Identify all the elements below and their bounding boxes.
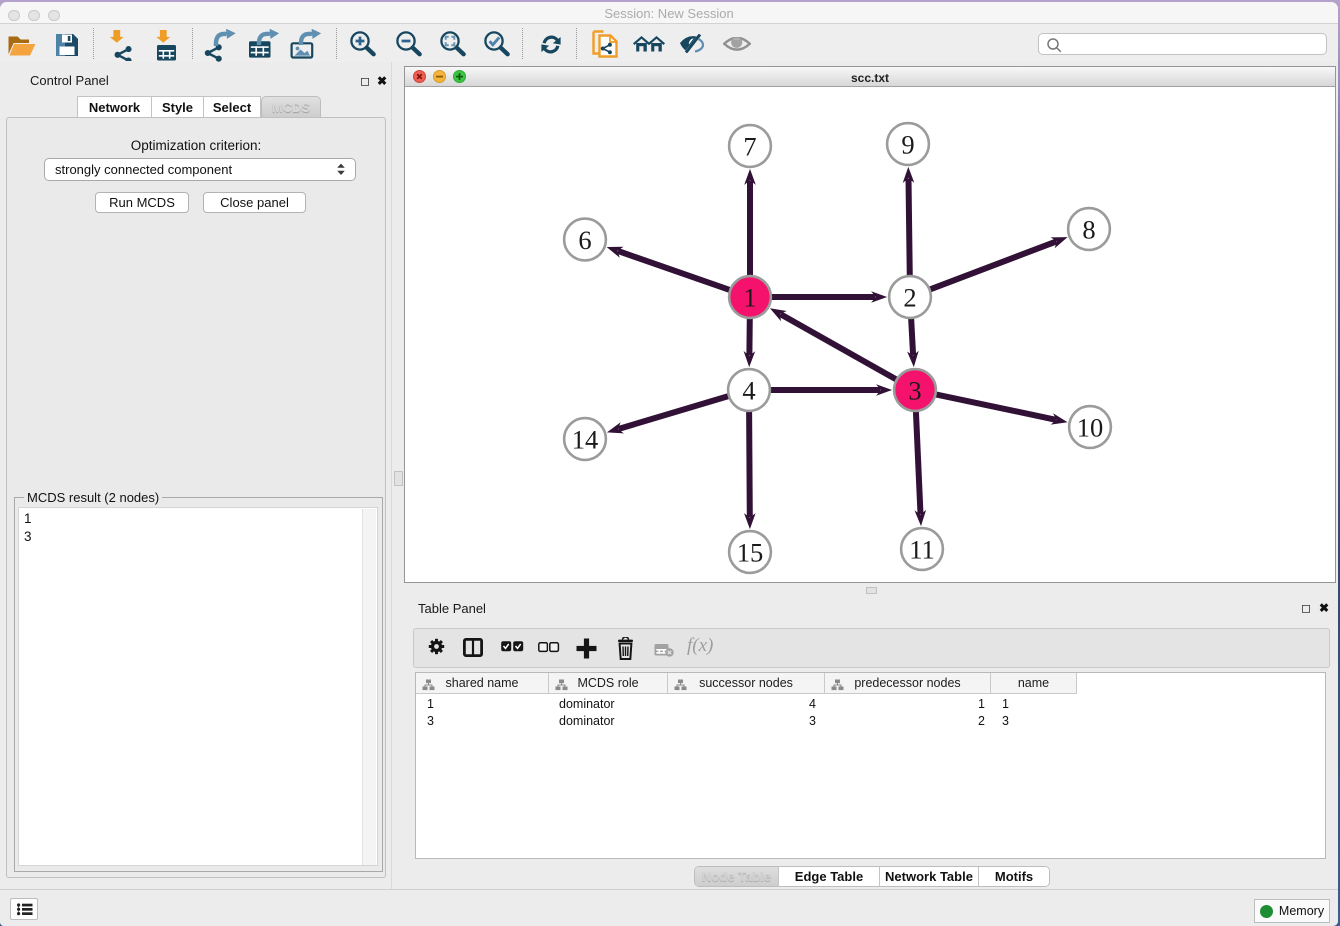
svg-text:15: 15 bbox=[737, 538, 764, 568]
svg-text:11: 11 bbox=[909, 535, 935, 565]
svg-text:1: 1 bbox=[743, 283, 756, 313]
svg-text:3: 3 bbox=[908, 376, 921, 406]
svg-text:14: 14 bbox=[572, 425, 599, 455]
svg-text:6: 6 bbox=[578, 225, 591, 255]
svg-text:10: 10 bbox=[1077, 413, 1104, 443]
svg-text:9: 9 bbox=[901, 130, 914, 160]
svg-text:8: 8 bbox=[1082, 215, 1095, 245]
svg-text:4: 4 bbox=[742, 376, 755, 406]
svg-text:2: 2 bbox=[903, 283, 916, 313]
svg-text:7: 7 bbox=[743, 132, 756, 162]
